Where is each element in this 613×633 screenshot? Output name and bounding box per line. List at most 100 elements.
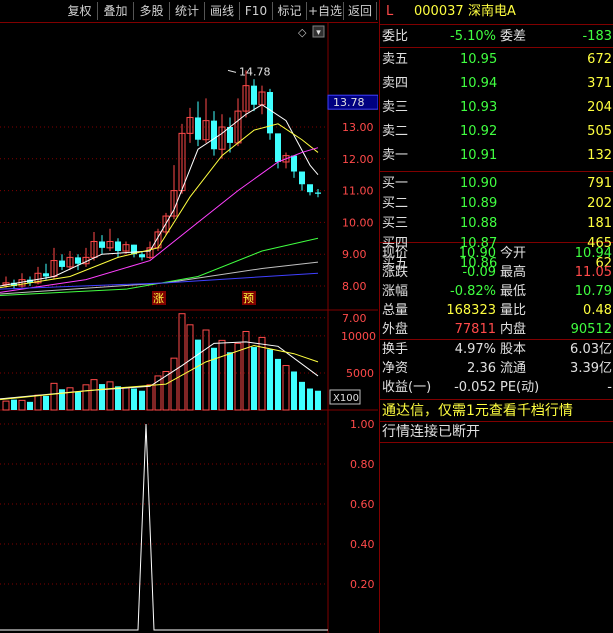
buy-label: 买三 <box>382 216 409 231</box>
indicator-axis-label: 0.60 <box>350 498 375 511</box>
candle-body-down <box>315 192 321 194</box>
fin-value-2: 3.39亿 <box>570 361 612 376</box>
volume-bar-up <box>234 342 242 411</box>
stat-value: -0.82% <box>450 284 496 299</box>
buy-row: 买一 10.90 791 <box>380 174 613 194</box>
high-price-label: 14.78 <box>239 65 271 78</box>
toolbar-button-2[interactable]: 多股 <box>134 2 170 20</box>
badge-label-0: 涨 <box>153 292 164 305</box>
sell-label: 卖一 <box>382 148 409 163</box>
buy-volume: 181 <box>587 216 612 231</box>
volume-bar-down <box>43 395 49 410</box>
sell-row: 卖一 10.91 132 <box>380 146 613 166</box>
notice-row[interactable]: 通达信，仅需1元查看千档行情 <box>380 401 613 421</box>
sell-volume: 204 <box>587 100 612 115</box>
stock-header: L 000037 深南电A <box>380 2 613 22</box>
toolbar-button-5[interactable]: F10 <box>240 2 273 20</box>
sell-volume: 672 <box>587 52 612 67</box>
price-axis-label: 11.00 <box>342 185 374 198</box>
candle-body-down <box>299 171 305 185</box>
kline-chart-area[interactable]: 13.00 12.00 11.00 10.00 9.00 8.00 7.00 13.78 14.… <box>0 22 378 633</box>
volume-bar-down <box>99 384 105 410</box>
fin-label-2: 股本 <box>500 342 527 357</box>
volume-bar-up <box>202 329 210 411</box>
ma20-line <box>0 147 319 293</box>
stat-row: 涨幅 -0.82% 最低 10.79 <box>380 282 613 302</box>
dropdown-arrow: ▾ <box>316 28 321 38</box>
fin-label-2: 流通 <box>500 361 527 376</box>
stat-value-2: 10.79 <box>574 284 612 299</box>
volume-bar-down <box>75 391 81 410</box>
toolbar-button-4[interactable]: 画线 <box>205 2 240 20</box>
toolbar-button-7[interactable]: +自选 <box>307 2 344 20</box>
indicator-axis-label: 0.20 <box>350 578 375 591</box>
sell-label: 卖三 <box>382 100 409 115</box>
upgrade-notice-link[interactable]: 通达信，仅需1元查看千档行情 <box>382 401 573 421</box>
stat-label: 涨幅 <box>382 284 409 299</box>
volume-bar-down <box>27 401 33 410</box>
sell-row: 卖五 10.95 672 <box>380 50 613 70</box>
candle-body-down <box>291 155 297 172</box>
volume-bar-up <box>242 330 250 411</box>
buy-volume: 791 <box>587 176 612 191</box>
stat-row: 涨跌 -0.09 最高 11.05 <box>380 263 613 283</box>
toolbar-button-8[interactable]: 返回 <box>344 2 377 20</box>
sell-label: 卖二 <box>382 124 409 139</box>
volume-bar-down <box>307 388 313 410</box>
price-axis-label: 12.00 <box>342 153 374 166</box>
vol-axis-label: 10000 <box>341 330 376 343</box>
candle-body-down <box>99 241 105 248</box>
candle-body-down <box>115 241 121 252</box>
fin-value: 2.36 <box>467 361 496 376</box>
connection-status: 行情连接已断开 <box>382 424 480 440</box>
buy-label: 买二 <box>382 196 409 211</box>
fin-label: 换手 <box>382 342 409 357</box>
stat-row: 总量 168323 量比 0.48 <box>380 301 613 321</box>
vol-axis-label: 5000 <box>346 367 374 380</box>
volume-bar-down <box>315 390 321 410</box>
kline-svg: 13.00 12.00 11.00 10.00 9.00 8.00 7.00 13.78 14.… <box>0 22 378 633</box>
stat-row: 外盘 77811 内盘 90512 <box>380 320 613 340</box>
indicator-axis-label: 0.80 <box>350 458 375 471</box>
toolbar-button-1[interactable]: 叠加 <box>98 2 134 20</box>
volume-bar-down <box>267 349 273 410</box>
volume-bar-up <box>50 382 58 411</box>
weicha-label: 委差 <box>500 29 527 44</box>
volume-bar-down <box>275 358 281 410</box>
sell-row: 卖三 10.93 204 <box>380 98 613 118</box>
fin-label: 收益(一) <box>382 380 432 395</box>
stat-label-2: 最高 <box>500 265 527 280</box>
stat-value: 77811 <box>454 322 496 337</box>
sell-label: 卖五 <box>382 52 409 67</box>
buy-row: 买三 10.88 181 <box>380 214 613 234</box>
buy-label: 买一 <box>382 176 409 191</box>
volume-bar-up <box>18 399 26 411</box>
toolbar-button-0[interactable]: 复权 <box>62 2 98 20</box>
volume-bar-down <box>211 347 217 410</box>
fin-row: 收益(一) -0.052 PE(动) - <box>380 378 613 398</box>
volume-bar-up <box>34 394 42 411</box>
toolbar-button-3[interactable]: 统计 <box>170 2 205 20</box>
sell-price: 10.95 <box>460 52 498 67</box>
toolbar-button-6[interactable]: 标记 <box>273 2 307 20</box>
fin-label-2: PE(动) <box>500 380 540 395</box>
stat-value-2: 10.94 <box>574 246 612 261</box>
stat-label-2: 今开 <box>500 246 527 261</box>
sell-price: 10.93 <box>460 100 498 115</box>
vol-unit-label: X100 <box>333 393 359 404</box>
buy-row: 买二 10.89 202 <box>380 194 613 214</box>
stat-value: 10.90 <box>458 246 496 261</box>
badge-label-1: 预 <box>243 292 254 305</box>
sell-price: 10.94 <box>460 76 498 91</box>
volume-bar-down <box>251 347 257 410</box>
sell-price: 10.91 <box>460 148 498 163</box>
candle-body-down <box>275 133 281 162</box>
volume-bar-down <box>299 381 305 410</box>
quote-panel: L 000037 深南电A 委比 -5.10% 委差 -183 通达信，仅需1元… <box>379 0 613 633</box>
stat-label: 总量 <box>382 303 409 318</box>
indicator-axis-label: 0.40 <box>350 538 375 551</box>
volume-bar-down <box>195 339 201 410</box>
stat-row: 现价 10.90 今开 10.94 <box>380 244 613 264</box>
volume-bar-down <box>11 399 17 410</box>
candle-body-down <box>75 257 81 264</box>
